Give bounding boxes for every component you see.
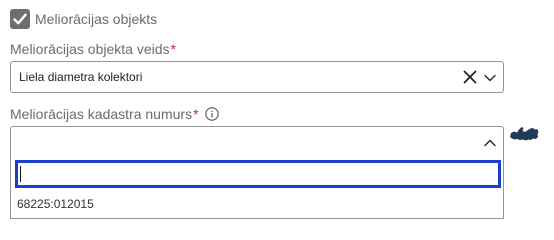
cadastre-label-text: Meliorācijas kadastra numurs (10, 106, 193, 122)
cadastre-option[interactable]: 68225:012015 (17, 197, 94, 211)
text-caret (20, 166, 21, 182)
latvia-map-icon[interactable] (509, 125, 539, 143)
object-type-label: Meliorācijas objekta veids * (10, 41, 176, 57)
cadastre-dropdown: 68225:012015 (10, 156, 504, 219)
chevron-down-icon[interactable] (484, 74, 496, 82)
object-type-label-text: Meliorācijas objekta veids (10, 41, 170, 57)
checkbox-label: Meliorācijas objekts (35, 11, 158, 27)
checkmark-icon (13, 13, 27, 25)
close-icon[interactable] (462, 69, 478, 85)
object-type-value: Liela diametra kolektori (19, 70, 143, 84)
cadastre-search-input[interactable] (15, 160, 501, 188)
chevron-up-icon[interactable] (484, 139, 496, 147)
meliorations-object-checkbox-row[interactable]: Meliorācijas objekts (10, 9, 157, 29)
object-type-select[interactable]: Liela diametra kolektori (10, 61, 504, 93)
required-mark: * (170, 41, 176, 57)
info-icon[interactable] (204, 107, 219, 121)
required-mark: * (193, 106, 199, 122)
cadastre-select[interactable] (10, 126, 504, 157)
cadastre-label: Meliorācijas kadastra numurs * (10, 106, 219, 122)
meliorations-object-checkbox[interactable] (10, 9, 30, 29)
